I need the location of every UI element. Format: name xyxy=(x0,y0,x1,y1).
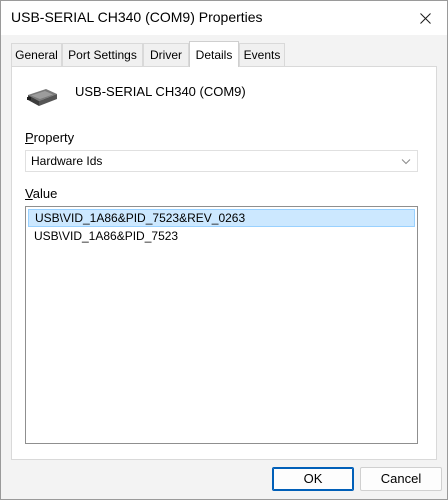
tab-port-settings[interactable]: Port Settings xyxy=(62,43,143,66)
value-listbox[interactable]: USB\VID_1A86&PID_7523&REV_0263 USB\VID_1… xyxy=(25,206,418,444)
close-button[interactable] xyxy=(403,1,447,35)
title-bar: USB-SERIAL CH340 (COM9) Properties xyxy=(1,1,447,35)
ok-button[interactable]: OK xyxy=(272,467,354,491)
device-name: USB-SERIAL CH340 (COM9) xyxy=(75,84,246,99)
tab-driver[interactable]: Driver xyxy=(143,43,189,66)
close-icon xyxy=(419,12,431,24)
list-item[interactable]: USB\VID_1A86&PID_7523 xyxy=(28,227,415,245)
value-label: Value xyxy=(25,186,57,201)
details-panel: USB-SERIAL CH340 (COM9) Property Hardwar… xyxy=(11,66,437,460)
tab-strip: General Port Settings Driver Details Eve… xyxy=(11,41,437,67)
property-dropdown[interactable]: Hardware Ids xyxy=(25,150,418,172)
tab-general[interactable]: General xyxy=(11,43,62,66)
window-title: USB-SERIAL CH340 (COM9) Properties xyxy=(11,9,263,25)
property-label-text: roperty xyxy=(33,130,75,145)
usb-serial-device-icon xyxy=(27,89,57,106)
cancel-button[interactable]: Cancel xyxy=(360,467,442,491)
value-label-accesskey: V xyxy=(25,186,33,201)
chevron-down-icon xyxy=(401,159,411,165)
value-label-text: alue xyxy=(32,186,58,201)
property-label-accesskey: P xyxy=(25,130,34,145)
properties-dialog: USB-SERIAL CH340 (COM9) Properties Gener… xyxy=(0,0,448,500)
tab-events[interactable]: Events xyxy=(239,43,285,66)
tab-details[interactable]: Details xyxy=(189,41,239,67)
property-label: Property xyxy=(25,130,74,145)
property-dropdown-value: Hardware Ids xyxy=(31,154,103,168)
list-item[interactable]: USB\VID_1A86&PID_7523&REV_0263 xyxy=(28,209,415,227)
